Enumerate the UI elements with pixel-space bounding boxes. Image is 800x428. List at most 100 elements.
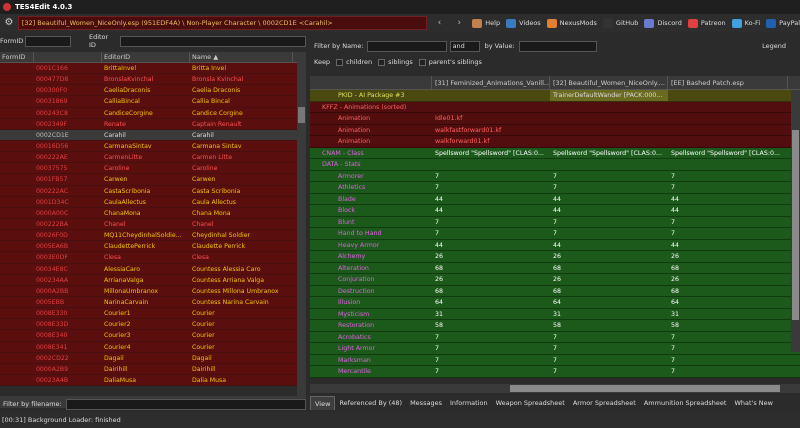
table-row[interactable]: 00034E8C AlessiaCaro Countess Alessia Caro [0,263,306,275]
compare-row[interactable]: Acrobatics 7 7 7 [310,331,800,343]
compare-row[interactable]: Mercantile 7 7 7 [310,366,800,378]
table-row[interactable]: 0008E341 Courier4 Courier [0,341,306,353]
compare-row[interactable]: Alchemy 26 26 26 [310,251,800,263]
filename-filter-input[interactable] [65,398,306,410]
column-header[interactable]: FormID [0,52,34,62]
table-row[interactable]: 0000A00C ChanaMona Chana Mona [0,207,306,219]
parent-siblings-checkbox[interactable] [418,58,426,66]
vertical-scrollbar[interactable] [791,90,800,352]
compare-row[interactable]: Alteration 68 68 68 [310,262,800,274]
record-list-pane: FormID Editor ID FormID EditorID Name ▲ … [0,32,306,408]
filter-value-input[interactable] [518,40,597,52]
tab-information[interactable]: Information [446,396,492,410]
horizontal-scrollbar[interactable] [310,384,800,393]
back-arrow-icon[interactable]: ‹ [433,18,447,28]
table-row[interactable]: 000234AA ArrianaValga Countess Arriana Val… [0,274,306,286]
tab-armor-spreadsheet[interactable]: Armor Spreadsheet [569,396,640,410]
compare-row[interactable]: DATA - Stats [310,159,800,171]
compare-row[interactable]: Block 44 44 44 [310,205,800,217]
table-row[interactable]: 0000A2B9 Dairihill Dairihill [0,363,306,375]
compare-row[interactable]: Illusion 64 64 64 [310,297,800,309]
compare-row[interactable]: Conjuration 26 26 26 [310,274,800,286]
column-header[interactable] [34,52,102,62]
toolbar-link-videos[interactable]: Videos [506,18,541,28]
compare-row[interactable]: Light Armor 7 7 7 [310,343,800,355]
tab-view[interactable]: View [310,396,336,410]
table-row[interactable]: 00026F0D MQ11CheydinhalSoldie... Cheydinha… [0,230,306,242]
table-row[interactable]: 0008E340 Courier3 Courier [0,330,306,342]
scroll-thumb[interactable] [510,385,780,392]
table-row[interactable]: 00023A4B DaliaMusa Dalia Musa [0,374,306,387]
table-row[interactable]: 000300F0 CaeliaDraconis Caelia Draconis [0,85,306,97]
vertical-scrollbar[interactable] [297,52,306,396]
column-header[interactable]: EditorID [102,52,190,62]
tab-messages[interactable]: Messages [406,396,446,410]
tab-weapon-spreadsheet[interactable]: Weapon Spreadsheet [492,396,569,410]
row-indicator [0,208,34,218]
table-row[interactable]: 000243C8 CandiceCorgine Candice Corgine [0,107,306,119]
compare-row[interactable]: Restoration 58 58 58 [310,320,800,332]
table-row[interactable]: 0005EBB NarinaCarvain Countess Narina Carv… [0,296,306,309]
compare-row[interactable]: PKID - AI Package #3 TrainerDefaultWander… [310,90,800,102]
table-row[interactable]: 000222AE CarmenLitte Carmen Litte [0,152,306,164]
table-row[interactable]: 00016D56 CarmanaSintav Carmana Sintav [0,140,306,153]
toolbar-link-patreon[interactable]: Patreon [687,18,726,28]
table-row[interactable]: 0000A2BB MillonaUmbranox Countess Millona … [0,285,306,297]
compare-row[interactable]: Animation walkforward01.kf [310,136,800,148]
toolbar-link-paypal[interactable]: PayPal [766,18,800,28]
compare-row[interactable]: Destruction 68 68 68 [310,285,800,297]
filter-name-input[interactable] [366,40,447,52]
compare-row[interactable]: Blunt 7 7 7 [310,216,800,228]
table-row[interactable]: 0001C166 BrittaInvel Britta Invel [0,63,306,75]
and-select[interactable]: and [449,40,480,52]
toolbar-link-github[interactable]: GitHub [602,18,638,28]
compare-row[interactable]: CNAM - Class Spellsword "Spellsword" [CLA… [310,147,800,159]
compare-row[interactable]: Blade 44 44 44 [310,193,800,205]
table-row[interactable]: 0001FB57 Carwen Carwen [0,174,306,186]
compare-row[interactable]: Marksman 7 7 7 [310,354,800,366]
table-row[interactable]: 0003E0DF Clesa Clesa [0,252,306,264]
compare-row[interactable]: Hand to Hand 7 7 7 [310,228,800,240]
table-row[interactable]: 0002349F Renate Captain Renault [0,118,306,130]
tab-ammunition-spreadsheet[interactable]: Ammunition Spreadsheet [640,396,731,410]
scroll-thumb[interactable] [792,130,799,320]
tab-referenced-by-48-[interactable]: Referenced By (48) [335,396,406,410]
table-row[interactable]: 000222BA Chanel Chanel [0,218,306,231]
siblings-checkbox[interactable] [378,58,386,66]
table-row[interactable]: 000477D8 BronslaKvinchal Bronsla Kvinchal [0,74,306,86]
table-row[interactable]: 0002CD1E Carahil Carahil [0,129,306,141]
children-checkbox[interactable] [336,58,344,66]
toolbar-link-discord[interactable]: Discord [644,18,682,28]
toolbar-link-nexusmods[interactable]: NexusMods [546,18,597,28]
compare-row[interactable]: KFFZ - Animations (sorted) [310,101,800,113]
column-header[interactable]: [EE] Bashed Patch.esp [668,76,788,89]
compare-row[interactable]: Athletics 7 7 7 [310,182,800,194]
toolbar-link-help[interactable]: Help [472,18,500,28]
compare-row[interactable]: Animation Idle01.kf [310,113,800,125]
name-cell: Clesa [192,254,209,262]
table-row[interactable]: 0001D34C CaulaAllectus Caula Allectus [0,196,306,208]
tab-what-s-new[interactable]: What's New [730,396,777,410]
column-header[interactable]: Name ▲ [190,52,293,62]
legend-button[interactable]: Legend [762,42,786,50]
column-header[interactable] [310,76,432,89]
compare-row[interactable]: Mysticism 31 31 31 [310,308,800,320]
formid-input[interactable] [25,35,71,47]
column-header[interactable]: [31] Feminized_Animations_Vanill... [432,76,550,89]
compare-row[interactable]: Armorer 7 7 7 [310,170,800,182]
table-row[interactable]: 0002CD22 Dagail Dagail [0,352,306,364]
table-row[interactable]: 0008E33D Courier2 Courier [0,319,306,331]
table-row[interactable]: 0005EA6B ClaudettePerrick Claudette Perric… [0,241,306,253]
gear-icon[interactable]: ⚙ [2,16,16,30]
column-header[interactable]: [32] Beautiful_Women_NiceOnly.... [550,76,668,89]
compare-row[interactable]: Heavy Armor 44 44 44 [310,239,800,251]
table-row[interactable]: 000222AC CastaScribonia Casta Scribonia [0,185,306,197]
scroll-thumb[interactable] [298,107,305,123]
toolbar-link-ko-fi[interactable]: Ko-Fi [731,18,760,28]
editorid-input[interactable] [119,35,306,47]
table-row[interactable]: 00037575 Caroline Caroline [0,163,306,175]
forward-arrow-icon[interactable]: › [452,18,466,28]
compare-row[interactable]: Animation walkfastforward01.kf [310,124,800,136]
table-row[interactable]: 00031869 CalliaBincal Callia Bincal [0,96,306,108]
table-row[interactable]: 0008E330 Courier1 Courier [0,308,306,320]
